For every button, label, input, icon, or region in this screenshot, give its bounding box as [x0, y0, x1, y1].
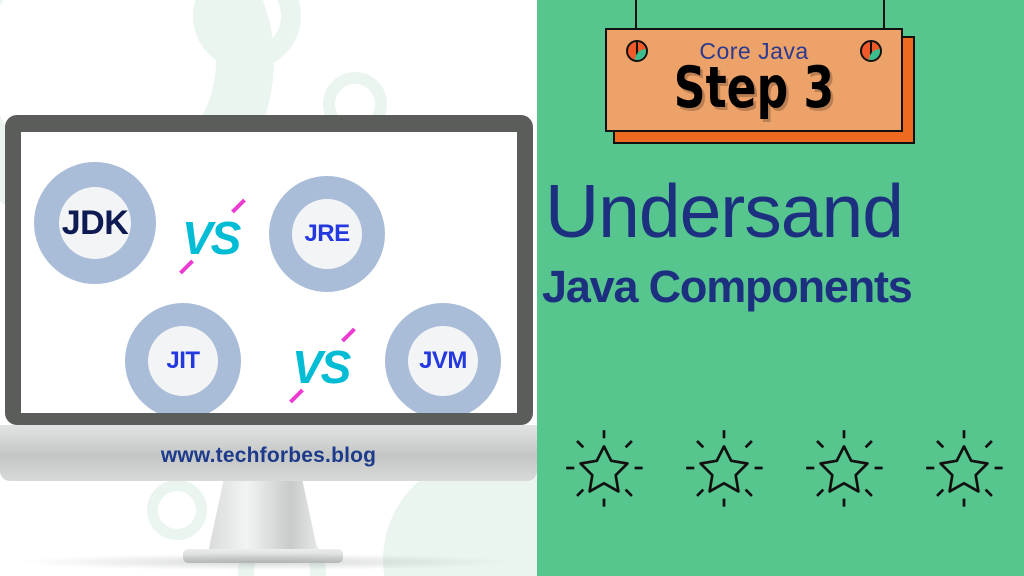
badge-label-jit: JIT — [166, 347, 200, 374]
sign-title: Step 3 — [673, 55, 835, 121]
vs-separator-bottom: VS — [286, 327, 366, 406]
sparkle-star-icon — [919, 423, 1009, 513]
jdk-badge-icon: JDK — [59, 187, 131, 259]
sparkle-star-row — [559, 418, 1009, 518]
poster-canvas: JDK VS JRE JIT VS JVM www.techforbes.blo… — [0, 0, 1024, 576]
sparkle-star-icon — [679, 423, 769, 513]
jre-badge-icon: JRE — [292, 199, 362, 269]
badge-jre: JRE — [269, 176, 385, 292]
monitor-shadow — [22, 554, 507, 570]
website-url-label: www.techforbes.blog — [160, 444, 377, 467]
vs-label-bottom: VS — [292, 341, 351, 393]
jvm-badge-icon: JVM — [408, 326, 478, 396]
monitor-frame: JDK VS JRE JIT VS JVM — [5, 115, 533, 425]
vs-separator-top: VS — [176, 198, 256, 277]
decorative-ring-small-top — [193, 0, 301, 70]
left-white-panel: JDK VS JRE JIT VS JVM www.techforbes.blo… — [0, 0, 537, 576]
badge-label-jre: JRE — [304, 220, 350, 247]
badge-label-jvm: JVM — [419, 347, 467, 374]
badge-jit: JIT — [125, 303, 241, 413]
vs-label-top: VS — [182, 212, 241, 264]
right-green-panel: Core Java Step 3 Undersand Java Componen… — [537, 0, 1024, 576]
badge-jdk: JDK — [34, 162, 156, 284]
jit-badge-icon: JIT — [148, 326, 218, 396]
badge-label-jdk: JDK — [61, 204, 129, 242]
badge-jvm: JVM — [385, 303, 501, 413]
sparkle-star-icon — [559, 423, 649, 513]
hanging-sign: Core Java Step 3 — [605, 28, 903, 132]
monitor-stand-neck — [208, 481, 318, 553]
headline-line-1: Undersand — [545, 169, 904, 253]
sparkle-star-icon — [799, 423, 889, 513]
monitor-screen: JDK VS JRE JIT VS JVM — [21, 132, 517, 413]
headline-line-2: Java Components — [542, 261, 913, 312]
decorative-ring-small-bottom — [147, 480, 207, 540]
